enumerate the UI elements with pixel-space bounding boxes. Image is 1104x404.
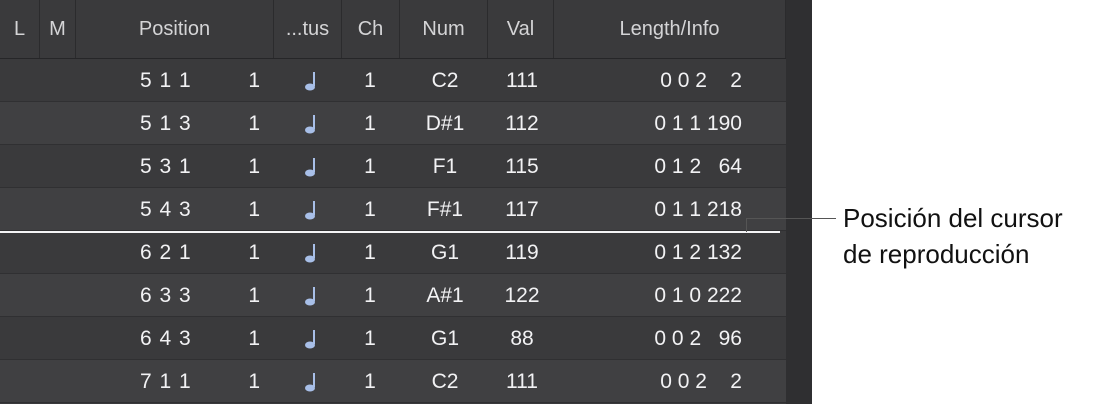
note-number-cell: D#1 — [425, 112, 465, 135]
header-channel[interactable]: Ch — [342, 0, 400, 58]
quarter-note-icon — [298, 360, 322, 403]
length-cell: 0 0 2 2 — [660, 69, 742, 92]
quarter-note-icon — [298, 274, 322, 317]
tick-cell: 1 — [248, 241, 260, 264]
channel-cell: 1 — [364, 155, 376, 178]
header-l[interactable]: L — [0, 0, 40, 58]
table-row[interactable]: 5 3 1 1 1 F1 115 0 1 2 64 — [0, 145, 786, 188]
tick-cell: 1 — [248, 112, 260, 135]
channel-cell: 1 — [364, 241, 376, 264]
channel-cell: 1 — [364, 327, 376, 350]
callout-line-1: Posición del cursor — [843, 203, 1063, 233]
quarter-note-icon — [298, 102, 322, 145]
callout-leader-tick — [746, 218, 747, 232]
length-cell: 0 1 0 222 — [654, 284, 742, 307]
note-number-cell: C2 — [431, 69, 459, 92]
tick-cell: 1 — [248, 198, 260, 221]
callout-leader-line — [746, 218, 836, 219]
length-cell: 0 1 1 218 — [654, 198, 742, 221]
callout-line-2: de reproducción — [843, 239, 1030, 269]
length-cell: 0 1 1 190 — [654, 112, 742, 135]
position-cell: 5 1 3 — [140, 112, 192, 135]
table-row[interactable]: 6 2 1 1 1 G1 119 0 1 2 132 — [0, 231, 786, 274]
length-cell: 0 0 2 2 — [660, 370, 742, 393]
channel-cell: 1 — [364, 198, 376, 221]
table-row[interactable]: 6 3 3 1 1 A#1 122 0 1 0 222 — [0, 274, 786, 317]
note-number-cell: F1 — [432, 155, 458, 178]
tick-cell: 1 — [248, 370, 260, 393]
channel-cell: 1 — [364, 370, 376, 393]
quarter-note-icon — [298, 59, 322, 102]
note-number-cell: C2 — [431, 370, 459, 393]
channel-cell: 1 — [364, 112, 376, 135]
position-cell: 5 1 1 — [140, 69, 192, 92]
note-number-cell: G1 — [430, 241, 459, 264]
table-row[interactable]: 6 4 3 1 1 G1 88 0 0 2 96 — [0, 317, 786, 360]
length-cell: 0 0 2 96 — [654, 327, 742, 350]
velocity-cell: 88 — [510, 327, 534, 350]
note-number-cell: A#1 — [426, 284, 464, 307]
velocity-cell: 122 — [504, 284, 540, 307]
velocity-cell: 112 — [505, 112, 539, 135]
velocity-cell: 119 — [505, 241, 539, 264]
channel-cell: 1 — [364, 69, 376, 92]
velocity-cell: 117 — [505, 198, 539, 221]
tick-cell: 1 — [248, 155, 260, 178]
header-m[interactable]: M — [40, 0, 76, 58]
length-cell: 0 1 2 132 — [654, 241, 742, 264]
table-row[interactable]: 7 1 1 1 1 C2 111 0 0 2 2 — [0, 360, 786, 403]
velocity-cell: 111 — [506, 370, 538, 393]
table-row[interactable]: 5 1 1 1 1 C2 111 0 0 2 2 — [0, 59, 786, 102]
event-list-panel: L M Position ...tus Ch Num Val Length/In… — [0, 0, 812, 404]
velocity-cell: 111 — [506, 69, 538, 92]
vertical-scrollbar[interactable] — [786, 0, 812, 404]
quarter-note-icon — [298, 231, 322, 274]
tick-cell: 1 — [248, 284, 260, 307]
column-header: L M Position ...tus Ch Num Val Length/In… — [0, 0, 812, 59]
playhead-callout: Posición del cursor de reproducción — [843, 200, 1099, 272]
length-cell: 0 1 2 64 — [654, 155, 742, 178]
position-cell: 5 3 1 — [140, 155, 192, 178]
tick-cell: 1 — [248, 69, 260, 92]
quarter-note-icon — [298, 188, 322, 231]
header-position[interactable]: Position — [76, 0, 274, 58]
position-cell: 5 4 3 — [140, 198, 192, 221]
note-number-cell: F#1 — [426, 198, 464, 221]
note-number-cell: G1 — [430, 327, 459, 350]
header-val[interactable]: Val — [488, 0, 554, 58]
quarter-note-icon — [298, 145, 322, 188]
velocity-cell: 115 — [505, 155, 539, 178]
position-cell: 6 3 3 — [140, 284, 192, 307]
table-row[interactable]: 5 1 3 1 1 D#1 112 0 1 1 190 — [0, 102, 786, 145]
position-cell: 6 4 3 — [140, 327, 192, 350]
header-length-info[interactable]: Length/Info — [554, 0, 786, 58]
channel-cell: 1 — [364, 284, 376, 307]
table-row[interactable]: 5 4 3 1 1 F#1 117 0 1 1 218 — [0, 188, 786, 231]
quarter-note-icon — [298, 317, 322, 360]
position-cell: 6 2 1 — [140, 241, 192, 264]
playhead-line[interactable] — [0, 231, 780, 233]
header-num[interactable]: Num — [400, 0, 488, 58]
header-status[interactable]: ...tus — [274, 0, 342, 58]
position-cell: 7 1 1 — [140, 370, 192, 393]
tick-cell: 1 — [248, 327, 260, 350]
